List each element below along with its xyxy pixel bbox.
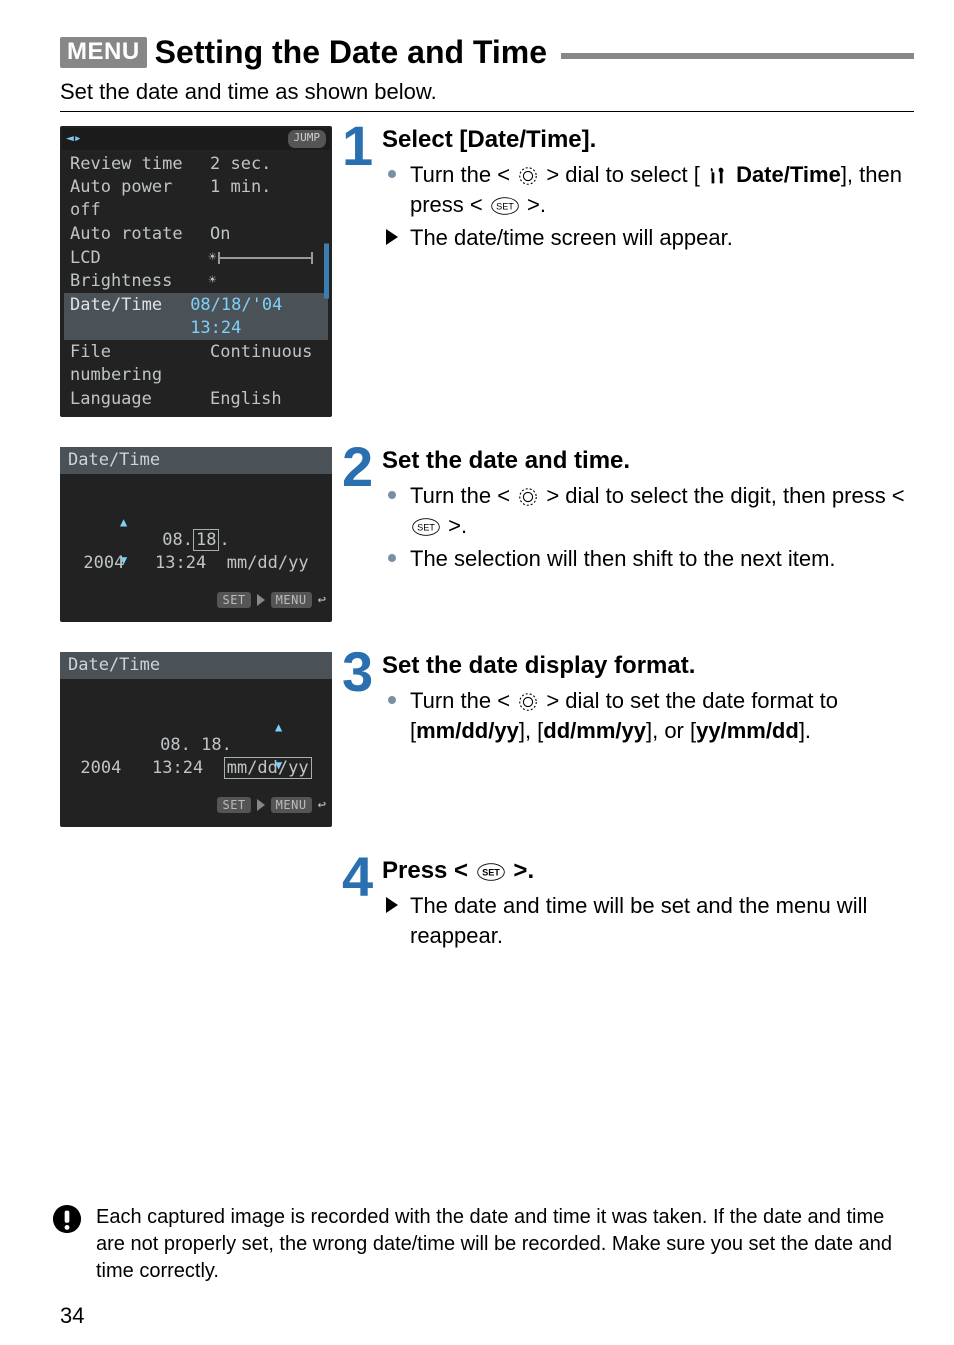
lcd-menu-label: Date/Time <box>70 294 190 340</box>
lcd-menu-row: File numberingContinuous <box>64 340 328 387</box>
dial-icon <box>517 486 539 508</box>
caution-text: Each captured image is recorded with the… <box>96 1204 914 1285</box>
menu-tag: MENU <box>271 592 312 608</box>
page-number: 34 <box>60 1303 84 1329</box>
lcd-menu-value: 08/18/'04 13:24 <box>190 294 322 340</box>
svg-text:SET: SET <box>417 522 435 532</box>
wrench-icon <box>707 165 729 187</box>
step-title: Select [Date/Time]. <box>382 126 914 154</box>
bullet: Turn the < > dial to set the date format… <box>382 686 914 745</box>
title-divider <box>561 53 914 59</box>
page-title-row: MENU Setting the Date and Time <box>60 34 914 71</box>
lcd-menu-label: Auto power off <box>70 176 210 222</box>
lcd-menu-row: Date/Time08/18/'04 13:24 <box>64 293 328 340</box>
separator <box>60 111 914 112</box>
dial-icon <box>517 691 539 713</box>
page-title: Setting the Date and Time <box>155 34 547 71</box>
lcd-menu-row: Review time2 sec. <box>64 152 328 176</box>
lcd-menu-value: Continuous <box>210 341 312 387</box>
step-1: ◄▸ JUMP Review time2 sec.Auto power off1… <box>60 126 914 417</box>
back-icon: ↩ <box>318 796 326 815</box>
lcd-footer: SET MENU ↩ <box>217 591 326 610</box>
lcd-menu-value: On <box>210 223 230 246</box>
lcd-menu-label: File numbering <box>70 341 210 387</box>
step-number: 2 <box>342 445 382 490</box>
arrow-down-icon: ▼ <box>275 757 282 773</box>
svg-text:SET: SET <box>496 201 514 211</box>
step-4: 4 Press < SET >. The date and time will … <box>60 857 914 954</box>
step-2: Date/Time ▲ 08.18. 2004 13:24 mm/dd/yy ▼… <box>60 447 914 622</box>
lcd-menu: ◄▸ JUMP Review time2 sec.Auto power off1… <box>60 126 332 417</box>
dial-icon <box>517 165 539 187</box>
set-icon: SET <box>411 517 441 537</box>
menu-badge: MENU <box>60 37 147 68</box>
dt-time: 13:24 <box>155 553 206 573</box>
step-number: 3 <box>342 650 382 695</box>
step-number: 1 <box>342 124 382 169</box>
dt-time: 13:24 <box>152 758 203 778</box>
lcd-footer: SET MENU ↩ <box>217 796 326 815</box>
lcd-menu-label: Review time <box>70 153 210 176</box>
lcd-menu-row: LanguageEnglish <box>64 387 328 411</box>
play-triangle-icon <box>257 594 265 606</box>
arrow-up-icon: ▲ <box>120 514 127 530</box>
svg-text:SET: SET <box>482 867 500 877</box>
set-icon: SET <box>490 196 520 216</box>
back-icon: ↩ <box>318 591 326 610</box>
dt-day-box: 18 <box>193 529 219 551</box>
scrollbar-indicator <box>324 244 329 299</box>
set-icon: SET <box>476 862 506 882</box>
step-number: 4 <box>342 855 382 900</box>
dt-format: mm/dd/yy <box>227 553 309 573</box>
caution-note: Each captured image is recorded with the… <box>52 1204 914 1285</box>
dt-format-box: mm/dd/yy <box>224 757 312 779</box>
step-title: Set the date and time. <box>382 447 914 475</box>
play-triangle-icon <box>257 799 265 811</box>
intro-text: Set the date and time as shown below. <box>60 79 914 105</box>
lcd-menu-value: 2 sec. <box>210 153 271 176</box>
bullet: The selection will then shift to the nex… <box>382 544 914 574</box>
lcd-menu-label: Auto rotate <box>70 223 210 246</box>
bullet: The date and time will be set and the me… <box>382 891 914 950</box>
lcd-menu-label: LCD Brightness <box>70 247 209 293</box>
set-tag: SET <box>217 797 250 813</box>
lcd-dt-header: Date/Time <box>60 652 332 679</box>
set-tag: SET <box>217 592 250 608</box>
bullet: The date/time screen will appear. <box>382 223 914 253</box>
jump-badge: JUMP <box>288 130 327 148</box>
arrow-up-icon: ▲ <box>275 719 282 735</box>
dt-month: 08. <box>162 530 193 550</box>
step-title: Press < SET >. <box>382 857 914 885</box>
step-3: Date/Time ▲ 08. 18. 2004 13:24 mm/dd/yy … <box>60 652 914 827</box>
lcd-menu-row: LCD Brightness☀☀ <box>64 246 328 293</box>
lcd-menu-value: 1 min. <box>210 176 271 222</box>
arrow-down-icon: ▼ <box>120 552 127 568</box>
bullet: Turn the < > dial to select [ Date/Time]… <box>382 160 914 219</box>
lcd-menu-value: English <box>210 388 282 411</box>
lcd-menu-value: ☀☀ <box>209 247 322 293</box>
caution-icon <box>52 1204 82 1242</box>
lcd-menu-label: Language <box>70 388 210 411</box>
lcd-menu-row: Auto rotateOn <box>64 222 328 246</box>
lcd-menu-row: Auto power off1 min. <box>64 175 328 222</box>
lcd-date-time-2: Date/Time ▲ 08. 18. 2004 13:24 mm/dd/yy … <box>60 652 332 827</box>
menu-tag: MENU <box>271 797 312 813</box>
bullet: Turn the < > dial to select the digit, t… <box>382 481 914 540</box>
lcd-dt-header: Date/Time <box>60 447 332 474</box>
step-title: Set the date display format. <box>382 652 914 680</box>
lcd-date-time-1: Date/Time ▲ 08.18. 2004 13:24 mm/dd/yy ▼… <box>60 447 332 622</box>
